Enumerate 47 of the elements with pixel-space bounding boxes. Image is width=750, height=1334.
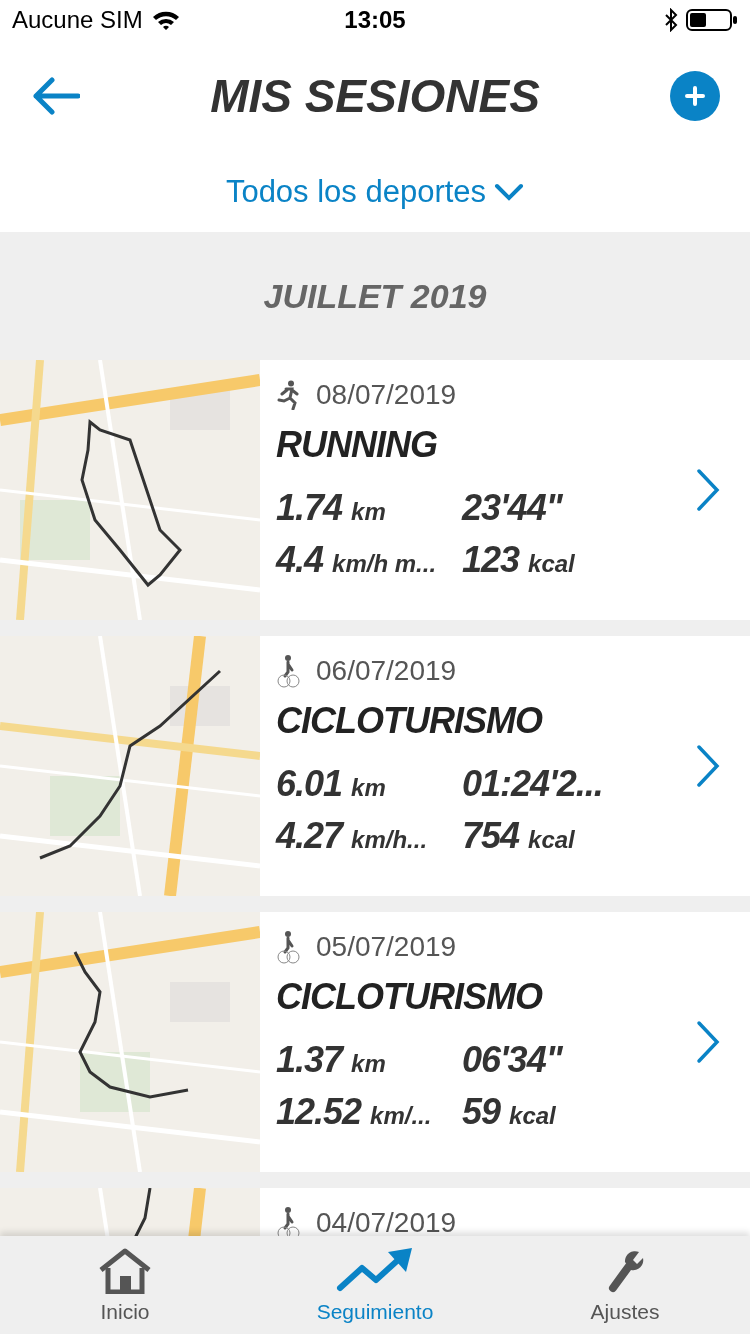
- trend-up-icon: [336, 1248, 414, 1294]
- status-time: 13:05: [344, 6, 406, 34]
- calories-value: 59 kcal: [462, 1090, 557, 1134]
- cyclist-icon: [276, 654, 300, 688]
- add-button[interactable]: [670, 71, 720, 121]
- carrier-name: Aucune SIM: [12, 6, 143, 34]
- session-date: 05/07/2019: [316, 931, 457, 963]
- plus-icon: [685, 86, 705, 106]
- battery-icon: [686, 8, 738, 32]
- tab-item[interactable]: Inicio: [0, 1236, 250, 1334]
- session-card[interactable]: 05/07/2019 CICLOTURISMO 1.37 km 06'34" 12.52 km/... 59 kcal: [0, 912, 750, 1172]
- distance-value: 1.37 km: [276, 1038, 387, 1082]
- session-card[interactable]: 04/07/2019: [0, 1188, 750, 1236]
- duration-value: 23'44": [462, 486, 564, 530]
- chevron-right-icon: [696, 1020, 720, 1064]
- session-date: 06/07/2019: [316, 655, 457, 687]
- duration-value: 01:24'2...: [462, 762, 604, 806]
- distance-value: 6.01 km: [276, 762, 387, 806]
- month-heading: JUILLET 2019: [262, 275, 488, 317]
- speed-value: 4.4 km/h m...: [276, 538, 438, 582]
- back-button[interactable]: [30, 76, 80, 116]
- session-date: 08/07/2019: [316, 379, 457, 411]
- speed-value: 4.27 km/h...: [276, 814, 429, 858]
- session-sport: CICLOTURISMO: [276, 700, 544, 742]
- chevron-down-icon: [494, 183, 525, 201]
- speed-value: 12.52 km/...: [276, 1090, 433, 1134]
- tab-item[interactable]: Ajustes: [500, 1236, 750, 1334]
- session-date: 04/07/2019: [316, 1207, 457, 1236]
- cyclist-icon: [276, 930, 300, 964]
- chevron-right-icon: [696, 468, 720, 512]
- calories-value: 754 kcal: [462, 814, 576, 858]
- session-card[interactable]: 06/07/2019 CICLOTURISMO 6.01 km 01:24'2... 4.27 km/h... 754 kcal: [0, 636, 750, 896]
- session-sport: RUNNING: [276, 424, 438, 466]
- back-arrow-icon: [30, 76, 80, 116]
- distance-value: 1.74 km: [276, 486, 387, 530]
- tab-item[interactable]: Seguimiento: [250, 1236, 500, 1334]
- session-sport: CICLOTURISMO: [276, 976, 544, 1018]
- home-icon: [98, 1248, 152, 1294]
- chevron-right-icon: [696, 744, 720, 788]
- calories-value: 123 kcal: [462, 538, 576, 582]
- duration-value: 06'34": [462, 1038, 564, 1082]
- page-title: MIS SESIONES: [210, 69, 540, 123]
- bluetooth-icon: [664, 8, 678, 32]
- runner-icon: [276, 380, 300, 410]
- session-card[interactable]: 08/07/2019 RUNNING 1.74 km 23'44" 4.4 km/h m... 123 kcal: [0, 360, 750, 620]
- sport-filter-dropdown[interactable]: Todos los deportes: [225, 174, 525, 210]
- cyclist-icon: [276, 1206, 300, 1236]
